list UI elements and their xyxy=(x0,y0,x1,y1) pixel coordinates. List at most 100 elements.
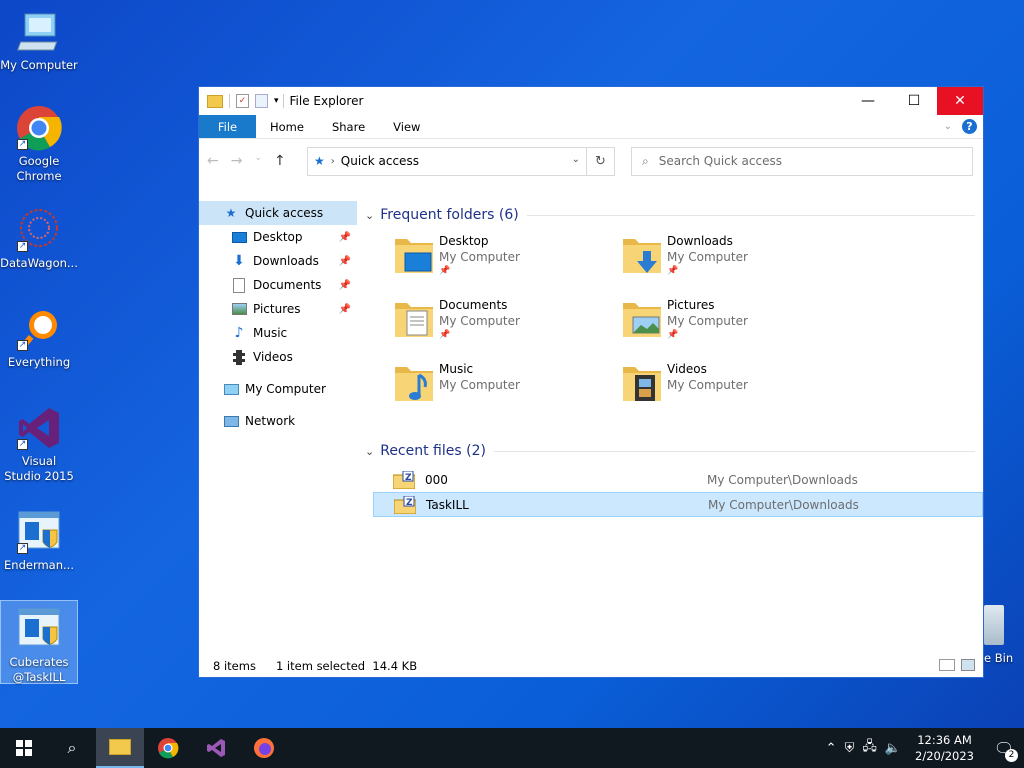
group-title: Recent files (2) xyxy=(380,443,486,459)
group-title: Frequent folders (6) xyxy=(380,207,519,223)
search-button[interactable]: ⌕ xyxy=(48,728,96,768)
clock[interactable]: 12:36 AM 2/20/2023 xyxy=(915,732,974,764)
breadcrumb-separator-icon: › xyxy=(330,155,335,167)
everything-search-icon: ↗ xyxy=(15,305,63,353)
desktop-icon-datawagon[interactable]: ↗ DataWagon... xyxy=(0,206,78,271)
pin-icon[interactable]: 📌 xyxy=(339,280,351,291)
taskbar-visual-studio[interactable] xyxy=(192,728,240,768)
desktop-icon-cuberates-taskill[interactable]: Cuberates@TaskILL xyxy=(0,600,78,684)
taskbar-chrome[interactable] xyxy=(144,728,192,768)
pin-icon[interactable]: 📌 xyxy=(339,256,351,267)
sidebar-item-music[interactable]: ♪ Music xyxy=(199,321,357,345)
recent-locations-icon[interactable]: ⌄ xyxy=(254,153,262,169)
window-title: File Explorer xyxy=(289,94,364,108)
tab-view[interactable]: View xyxy=(379,115,434,138)
sidebar-item-desktop[interactable]: Desktop 📌 xyxy=(199,225,357,249)
taskbar-file-explorer[interactable] xyxy=(96,728,144,768)
folder-location: My Computer xyxy=(667,250,748,264)
divider xyxy=(493,450,975,452)
sidebar-item-videos[interactable]: Videos xyxy=(199,345,357,369)
folder-icon xyxy=(109,739,131,755)
folder-location: My Computer xyxy=(667,314,748,328)
breadcrumb[interactable]: Quick access xyxy=(341,154,419,168)
windows-logo-icon xyxy=(16,740,32,756)
desktop-icon-my-computer[interactable]: My Computer xyxy=(0,8,78,73)
large-icons-view-icon[interactable] xyxy=(961,659,975,671)
properties-icon[interactable]: ✓ xyxy=(236,94,249,108)
pin-icon: 📌 xyxy=(439,330,451,340)
sidebar-item-pictures[interactable]: Pictures 📌 xyxy=(199,297,357,321)
desktop-icon-enderman[interactable]: ↗ Enderman... xyxy=(0,508,78,573)
pin-icon: 📌 xyxy=(439,266,451,276)
new-folder-icon[interactable] xyxy=(255,94,268,108)
sidebar-item-my-computer[interactable]: My Computer xyxy=(199,377,357,401)
tab-file[interactable]: File xyxy=(199,115,256,138)
list-item[interactable]: Z TaskILL My Computer\Downloads xyxy=(373,492,983,517)
folder-tile-pictures[interactable]: Pictures My Computer 📌 xyxy=(621,293,849,357)
customize-dropdown-icon[interactable]: ▾ xyxy=(274,96,279,106)
shortcut-arrow-icon: ↗ xyxy=(17,439,28,450)
folder-name: Documents xyxy=(439,298,508,312)
chevron-up-icon[interactable]: ⌃ xyxy=(826,741,837,756)
desktop-icon-label: DataWagon... xyxy=(0,256,78,270)
security-icon[interactable]: ⛨ xyxy=(845,741,855,756)
folder-location: My Computer xyxy=(439,378,520,392)
sidebar-item-documents[interactable]: Documents 📌 xyxy=(199,273,357,297)
up-arrow-icon[interactable]: ↑ xyxy=(274,153,286,169)
desktop-icon-google-chrome[interactable]: ↗ Google Chrome xyxy=(0,104,78,184)
tab-share[interactable]: Share xyxy=(318,115,379,138)
folder-tile-documents[interactable]: Documents My Computer 📌 xyxy=(393,293,621,357)
file-location: My Computer\Downloads xyxy=(708,497,859,512)
z-file-icon: Z xyxy=(392,470,416,489)
folder-location: My Computer xyxy=(439,314,520,328)
shield-window-icon xyxy=(15,605,63,653)
desktop-icon-visual-studio[interactable]: ↗ Visual Studio 2015 xyxy=(0,404,78,484)
folder-tile-desktop[interactable]: Desktop My Computer 📌 xyxy=(393,229,621,293)
sidebar-item-quick-access[interactable]: ★ Quick access xyxy=(199,201,357,225)
list-item[interactable]: Z 000 My Computer\Downloads xyxy=(373,467,983,492)
address-dropdown-icon[interactable]: ⌄ xyxy=(572,154,580,165)
pin-icon[interactable]: 📌 xyxy=(339,304,351,315)
recent-files-header[interactable]: ⌄ Recent files (2) xyxy=(365,439,983,463)
minimize-button[interactable]: — xyxy=(845,87,891,115)
desktop-icon-label: Everything xyxy=(7,355,71,369)
maximize-button[interactable]: ☐ xyxy=(891,87,937,115)
desktop-icon-recycle-bin[interactable]: e Bin xyxy=(984,605,1024,665)
desktop-icon xyxy=(231,229,247,245)
start-button[interactable] xyxy=(0,728,48,768)
address-bar[interactable]: ★ › Quick access ⌄ ↻ xyxy=(307,146,615,176)
expand-ribbon-icon[interactable]: ⌄ xyxy=(944,121,952,132)
title-bar[interactable]: ✓ ▾ File Explorer — ☐ ✕ xyxy=(199,87,983,115)
frequent-folders-header[interactable]: ⌄ Frequent folders (6) xyxy=(365,203,983,227)
divider xyxy=(229,94,230,108)
pin-icon[interactable]: 📌 xyxy=(339,232,351,243)
chrome-icon xyxy=(158,738,179,759)
clock-date: 2/20/2023 xyxy=(915,749,974,763)
tab-home[interactable]: Home xyxy=(256,115,318,138)
folder-location: My Computer xyxy=(667,378,748,392)
network-icon xyxy=(223,413,239,429)
sidebar-item-downloads[interactable]: ⬇ Downloads 📌 xyxy=(199,249,357,273)
sidebar-item-network[interactable]: Network xyxy=(199,409,357,433)
back-arrow-icon[interactable]: ← xyxy=(207,153,219,169)
search-input[interactable]: ⌕ Search Quick access xyxy=(631,146,973,176)
details-view-icon[interactable] xyxy=(939,659,955,671)
close-button[interactable]: ✕ xyxy=(937,87,983,115)
desktop-icon-label: Enderman... xyxy=(4,558,74,572)
folder-tile-music[interactable]: Music My Computer xyxy=(393,357,621,421)
refresh-icon[interactable]: ↻ xyxy=(586,147,614,175)
sidebar-item-label: Desktop xyxy=(253,230,303,244)
sidebar-item-label: Music xyxy=(253,326,288,340)
volume-icon[interactable]: 🔈 xyxy=(885,741,901,756)
help-icon[interactable]: ? xyxy=(962,119,977,134)
notification-center-button[interactable]: 🗨 2 xyxy=(984,739,1024,762)
network-icon[interactable]: 🖧 xyxy=(862,737,877,759)
folder-name: Desktop xyxy=(439,234,489,248)
forward-arrow-icon[interactable]: → xyxy=(231,153,243,169)
folder-tile-downloads[interactable]: Downloads My Computer 📌 xyxy=(621,229,849,293)
desktop-icon-everything[interactable]: ↗ Everything xyxy=(0,305,78,370)
folder-location: My Computer xyxy=(439,250,520,264)
folder-icon xyxy=(393,361,435,405)
folder-tile-videos[interactable]: Videos My Computer xyxy=(621,357,849,421)
taskbar-firefox[interactable] xyxy=(240,728,288,768)
